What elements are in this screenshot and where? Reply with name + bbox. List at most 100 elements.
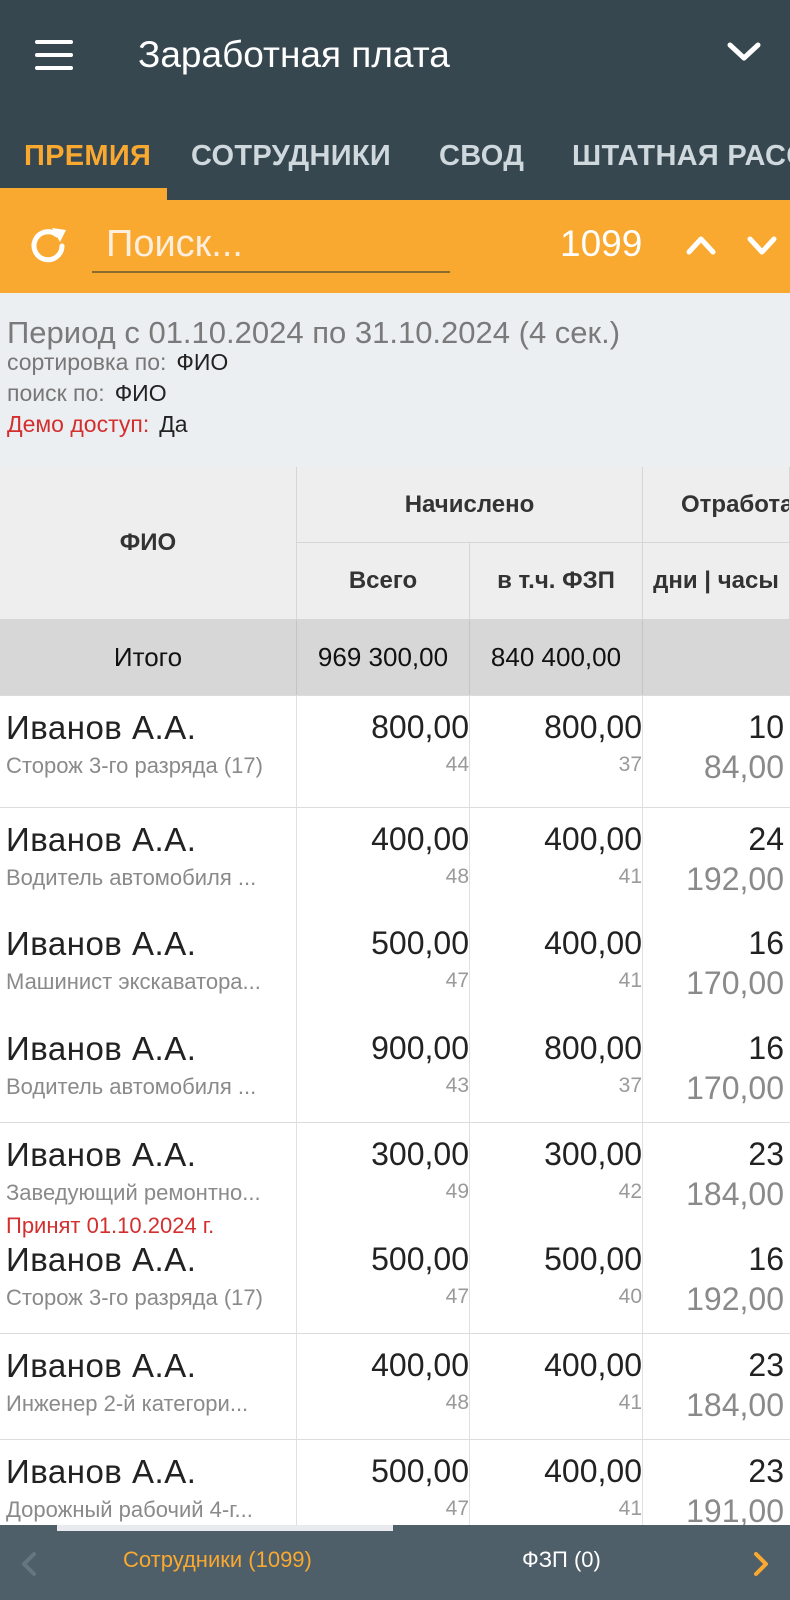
header-total[interactable]: Всего [297,543,470,620]
amount-total-sub: 47 [445,1285,469,1308]
employee-name: Иванов А.А. [6,1136,197,1173]
table-row[interactable]: Иванов А.А. Заведующий ремонтно... Приня… [0,1122,790,1238]
amount-total-sub: 47 [445,969,469,992]
employee-name: Иванов А.А. [6,821,197,858]
worked-days: 23 [748,1347,784,1383]
worked-days: 10 [748,709,784,745]
amount-fzp: 500,00 [544,1241,642,1277]
amount-total: 300,00 [371,1136,469,1172]
app-title: Заработная плата [138,34,450,75]
amount-total: 500,00 [371,1241,469,1277]
amount-total-sub: 48 [445,865,469,888]
worked-hours: 191,00 [686,1493,784,1525]
worked-hours: 84,00 [703,749,784,785]
worked-days: 16 [748,925,784,961]
amount-total: 400,00 [371,1347,469,1383]
employee-position: Дорожный рабочий 4-г... [6,1497,253,1522]
header-accrued: Начислено [297,467,643,543]
amount-total: 500,00 [371,925,469,961]
employee-position: Заведующий ремонтно... [6,1180,261,1205]
employee-name: Иванов А.А. [6,1030,197,1067]
table-row[interactable]: Иванов А.А. Водитель автомобиля ... 900,… [0,1017,790,1122]
worked-hours: 192,00 [686,861,784,897]
table-row[interactable]: Иванов А.А. Инженер 2-й категори... 400,… [0,1333,790,1439]
amount-total-sub: 47 [445,1497,469,1520]
table-row[interactable]: Иванов А.А. Машинист экскаватора... 500,… [0,912,790,1017]
search-bar: 1099 [0,200,790,293]
employee-name: Иванов А.А. [6,925,197,962]
amount-fzp-sub: 41 [618,865,642,888]
worked-hours: 170,00 [686,965,784,1001]
amount-fzp-sub: 41 [618,1391,642,1414]
employee-name: Иванов А.А. [6,709,197,746]
chevron-left-icon[interactable] [18,1549,40,1579]
chevron-down-icon[interactable] [745,228,779,262]
menu-icon[interactable] [35,40,73,70]
bottom-tab-employees[interactable]: Сотрудники (1099) [123,1547,312,1573]
amount-fzp-sub: 40 [618,1285,642,1308]
header-fio[interactable]: ФИО [0,467,297,620]
employee-name: Иванов А.А. [6,1347,197,1384]
worked-hours: 170,00 [686,1070,784,1106]
totals-amount: 969 300,00 [297,620,470,695]
amount-fzp: 400,00 [544,1453,642,1489]
payroll-table: ФИО Начислено Отработа Всего в т.ч. ФЗП … [0,467,790,1525]
totals-worked [643,620,790,695]
amount-total-sub: 48 [445,1391,469,1414]
tab-bar: ПРЕМИЯ СОТРУДНИКИ СВОД ШТАТНАЯ РАСС [0,112,790,200]
worked-days: 16 [748,1241,784,1277]
employee-name: Иванов А.А. [6,1241,197,1278]
worked-hours: 184,00 [686,1176,784,1212]
table-row[interactable]: Иванов А.А. Сторож 3-го разряда (17) 800… [0,695,790,807]
amount-total-sub: 44 [445,753,469,776]
header-fzp[interactable]: в т.ч. ФЗП [470,543,643,620]
employee-name: Иванов А.А. [6,1453,197,1490]
amount-fzp: 800,00 [544,709,642,745]
demo-info: Демо доступ: Да [7,411,188,438]
sort-value: ФИО [176,349,229,375]
search-info: поиск по: ФИО [7,380,167,407]
search-input[interactable] [92,217,450,273]
chevron-right-icon[interactable] [750,1549,772,1579]
amount-total-sub: 43 [445,1074,469,1097]
worked-hours: 192,00 [686,1281,784,1317]
tab-employees[interactable]: СОТРУДНИКИ [191,140,391,173]
chevron-up-icon[interactable] [684,228,718,262]
demo-value: Да [159,411,188,437]
amount-fzp: 800,00 [544,1030,642,1066]
amount-fzp-sub: 37 [618,1074,642,1097]
amount-fzp: 400,00 [544,1347,642,1383]
period-label: Период с 01.10.2024 по 31.10.2024 (4 сек… [7,315,621,350]
table-row[interactable]: Иванов А.А. Дорожный рабочий 4-г... 500,… [0,1439,790,1525]
amount-total-sub: 49 [445,1180,469,1203]
employee-position: Водитель автомобиля ... [6,1074,257,1099]
amount-total: 800,00 [371,709,469,745]
employee-position: Сторож 3-го разряда (17) [6,1285,263,1310]
totals-label: Итого [0,620,297,695]
employee-position: Сторож 3-го разряда (17) [6,753,263,778]
employee-position: Машинист экскаватора... [6,969,261,994]
amount-fzp: 400,00 [544,821,642,857]
worked-days: 23 [748,1453,784,1489]
table-row[interactable]: Иванов А.А. Сторож 3-го разряда (17) 500… [0,1228,790,1333]
header-days-hours[interactable]: дни | часы [643,543,790,620]
sort-info: сортировка по: ФИО [7,349,228,376]
amount-total: 900,00 [371,1030,469,1066]
scroll-indicator [57,1525,393,1531]
amount-total: 500,00 [371,1453,469,1489]
totals-fzp: 840 400,00 [470,620,643,695]
worked-days: 24 [748,821,784,857]
worked-hours: 184,00 [686,1387,784,1423]
tab-premium[interactable]: ПРЕМИЯ [24,140,151,173]
bottom-tab-fzp[interactable]: ФЗП (0) [522,1547,601,1573]
amount-fzp-sub: 41 [618,1497,642,1520]
tab-staffing[interactable]: ШТАТНАЯ РАСС [572,140,790,173]
bottom-bar: Сотрудники (1099) ФЗП (0) [0,1525,790,1600]
chevron-down-icon[interactable] [726,38,762,66]
amount-total: 400,00 [371,821,469,857]
employee-position: Водитель автомобиля ... [6,865,257,890]
tab-summary[interactable]: СВОД [439,140,524,173]
table-row[interactable]: Иванов А.А. Водитель автомобиля ... 400,… [0,807,790,912]
refresh-icon[interactable] [26,224,70,268]
app-bar: Заработная плата [0,0,790,112]
